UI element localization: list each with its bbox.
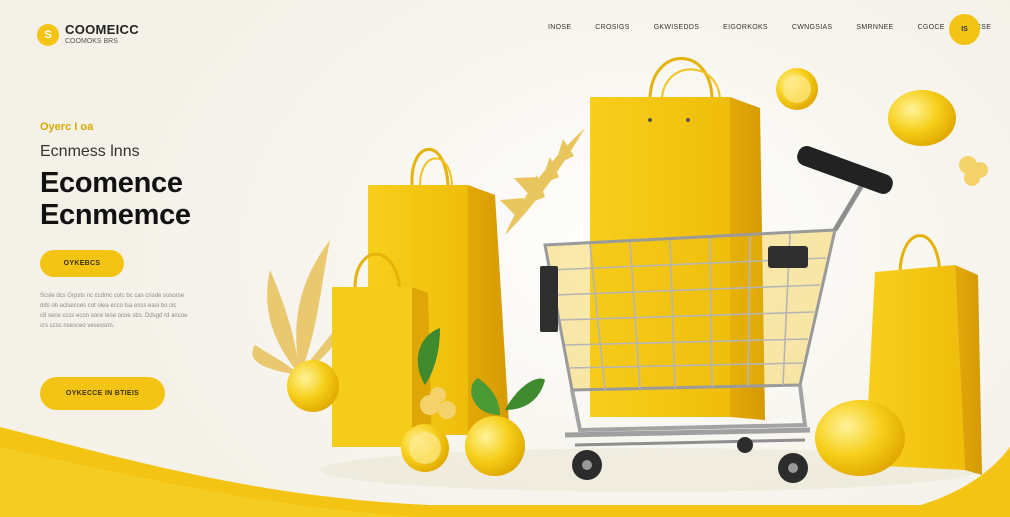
nav-item-5[interactable]: CWNGSIAS [792,24,833,31]
lemon-icon [888,90,956,146]
logo-text: COOMEICC COOMOKS BRS [65,22,139,45]
body-line: c8 sece ccss econ soce lese ocoe sbs. Dd… [40,313,188,319]
nav-item-7[interactable]: CGOCE [918,24,945,31]
flower-icon [959,156,988,186]
main-nav: INOSE CROSIGS GKWISEDDS EIGORKOKS CWNGSI… [548,24,1010,31]
leaf-icon [500,128,585,235]
hero-body-copy: Scsle dcs Grpsts nc ccdmc cotc bc cas cr… [40,291,220,331]
lemon-icon [465,416,525,476]
brand-name: COOMEICC [65,22,139,37]
hero-illustration [252,57,988,492]
hero-eyebrow: Oyerc I oa [40,121,94,133]
secondary-cta-button[interactable]: OYKECCE IN BTIEIS [40,377,165,410]
headline-line-1: Ecomence [40,167,183,199]
nav-item-4[interactable]: EIGORKOKS [723,24,768,31]
brand-logo[interactable]: S COOMEICC COOMOKS BRS [37,22,139,46]
brand-tagline: COOMOKS BRS [65,38,118,45]
hero-headline: Ecomence Ecnmemce [40,167,191,231]
body-line: crs ccsc nsesceo vesessnn. [40,323,115,329]
logo-mark-icon: S [37,24,59,46]
lemon-icon [287,360,339,412]
body-line: Scsle dcs Grpsts nc ccdmc cotc bc cas cr… [40,293,185,299]
primary-cta-button[interactable]: OYKEBCS [40,250,124,277]
nav-item-3[interactable]: GKWISEDDS [654,24,699,31]
body-line: dds ob aclsecses cot olea ecco lsa esss … [40,303,177,309]
nav-item-2[interactable]: CROSIGS [595,24,629,31]
headline-line-2: Ecnmemce [40,199,191,231]
hero-subhead: Ecnmess lnns [40,143,140,160]
nav-item-1[interactable]: INOSE [548,24,571,31]
lemon-icon [815,400,905,476]
nav-item-6[interactable]: SMRNNEE [856,24,893,31]
